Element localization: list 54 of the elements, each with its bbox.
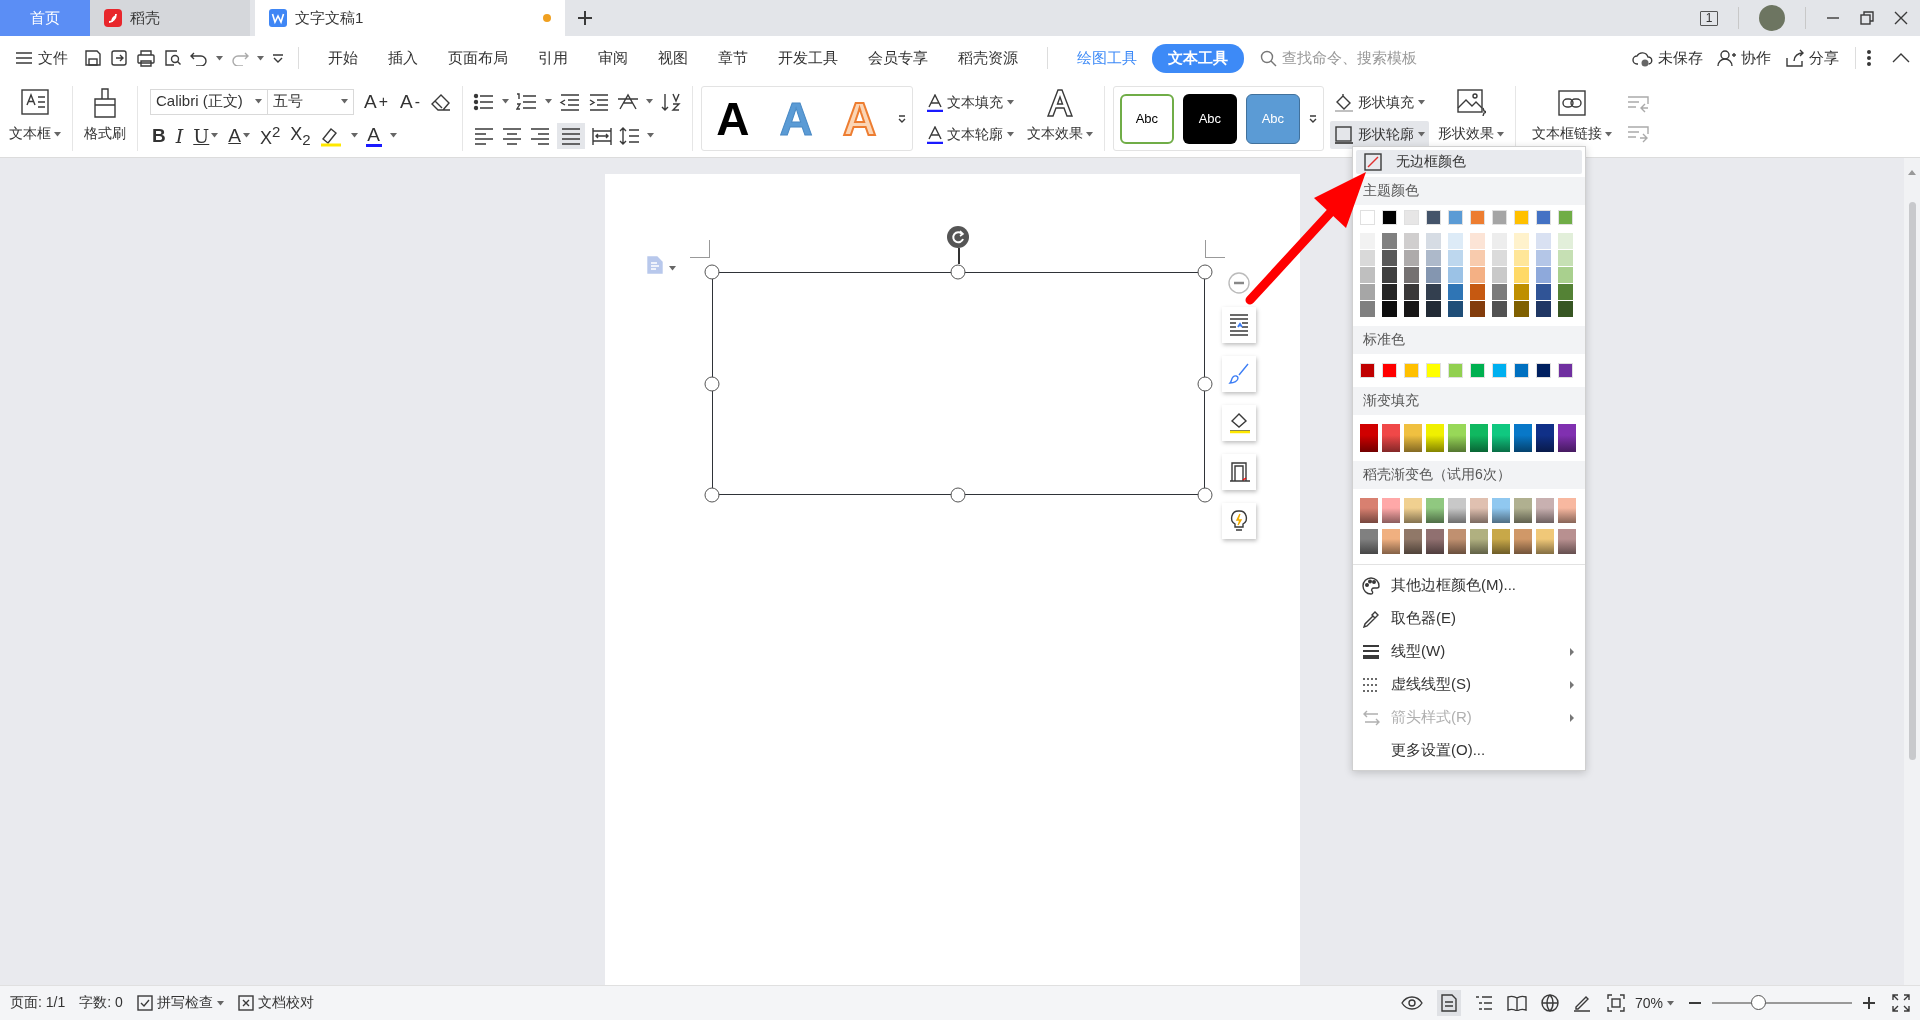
shape-fill-button[interactable]: 形状填充: [1329, 88, 1429, 117]
text-box-button[interactable]: 文本框: [4, 82, 66, 146]
ribbon-tab[interactable]: 稻壳资源: [943, 43, 1033, 73]
text-style-option[interactable]: A: [707, 95, 758, 142]
sup-button[interactable]: X$^{2}$: [257, 122, 283, 149]
page-indicator: 页面: 1/1: [10, 994, 66, 1012]
share-button[interactable]: 分享: [1785, 48, 1839, 68]
menu-item[interactable]: 取色器(E): [1353, 602, 1585, 635]
menu-item[interactable]: 更多设置(O)...: [1353, 734, 1585, 767]
font-color-button[interactable]: A: [363, 124, 384, 147]
file-menu-button[interactable]: 文件: [16, 48, 68, 68]
ribbon-tab[interactable]: 绘图工具: [1062, 43, 1152, 73]
menu-item[interactable]: 线型(W): [1353, 635, 1585, 668]
shape-style-option[interactable]: Abc: [1119, 93, 1174, 144]
font-size-field[interactable]: 五号: [268, 88, 354, 115]
collaborate-button[interactable]: 协作: [1717, 48, 1771, 68]
document-tab[interactable]: 稻壳: [90, 0, 250, 36]
shape-style-option[interactable]: Abc: [1182, 93, 1237, 144]
format-painter-button[interactable]: 格式刷: [79, 82, 131, 146]
text-effect-button[interactable]: 文本效果: [1021, 82, 1098, 146]
ribbon-tab[interactable]: 会员专享: [853, 43, 943, 73]
section-header: 渐变填充: [1353, 387, 1585, 415]
bold-button[interactable]: B: [150, 124, 168, 147]
word-count: 字数: 0: [79, 994, 123, 1012]
strike-button[interactable]: A: [226, 124, 252, 147]
ribbon-tab[interactable]: 视图: [643, 43, 703, 73]
ribbon-tab[interactable]: 开始: [313, 43, 373, 73]
page-count-indicator[interactable]: 1: [1700, 10, 1718, 26]
text-outline-button[interactable]: 文本轮廓: [922, 120, 1018, 149]
ribbon-tab[interactable]: 引用: [523, 43, 583, 73]
no-outline-color-option[interactable]: 无边框颜色: [1356, 150, 1582, 174]
text-box-link-button[interactable]: 文本框链接: [1521, 82, 1617, 146]
ribbon-tab[interactable]: 章节: [703, 43, 763, 73]
section-header: 主题颜色: [1353, 177, 1585, 205]
underline-button[interactable]: U: [191, 124, 221, 147]
shape-effect-button[interactable]: 形状效果: [1432, 82, 1509, 146]
proofread-button[interactable]: 文档校对: [237, 994, 314, 1012]
text-fill-button[interactable]: 文本填充: [922, 88, 1018, 117]
ribbon-tab[interactable]: 插入: [373, 43, 433, 73]
menu-item[interactable]: 虚线线型(S): [1353, 668, 1585, 701]
spell-check-button[interactable]: 拼写检查: [136, 994, 224, 1012]
ribbon-tab[interactable]: 开发工具: [763, 43, 853, 73]
menu-item[interactable]: 其他边框颜色(M)...: [1353, 569, 1585, 602]
zoom-level-button[interactable]: 70%: [1634, 995, 1674, 1011]
sub-button[interactable]: X$_{2}$: [288, 123, 313, 148]
font-name-field[interactable]: Calibri (正文): [150, 88, 268, 115]
section-header: 标准色: [1353, 326, 1585, 354]
italic-button[interactable]: I: [173, 124, 186, 147]
section-header: 稻壳渐变色（试用6次）: [1353, 461, 1585, 489]
shape-outline-button[interactable]: 形状轮廓: [1329, 120, 1429, 149]
ribbon-tab[interactable]: 页面布局: [433, 43, 523, 73]
ribbon-tab[interactable]: 审阅: [583, 43, 643, 73]
save-status-button[interactable]: 未保存: [1632, 48, 1703, 68]
document-tab[interactable]: 文字文稿1: [255, 0, 565, 36]
